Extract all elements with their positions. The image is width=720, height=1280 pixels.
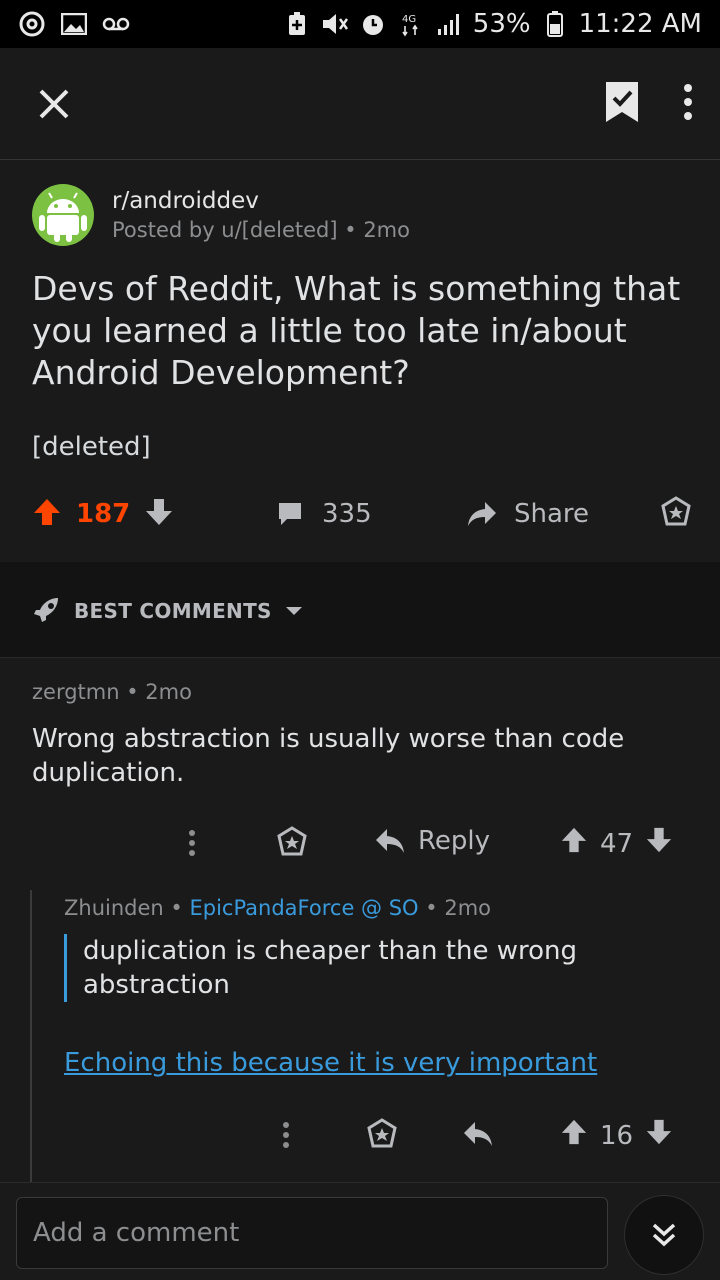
comment-score: 16 xyxy=(600,1120,634,1151)
comment-text: Wrong abstraction is usually worse than … xyxy=(32,724,625,788)
post-age: 2mo xyxy=(363,218,410,242)
meta-separator: • xyxy=(425,896,445,920)
at-sign-icon xyxy=(18,11,46,37)
downvote-arrow-icon xyxy=(646,1119,672,1145)
award-icon xyxy=(277,826,307,856)
subreddit-name[interactable]: r/androiddev xyxy=(112,188,410,214)
meta-separator: • xyxy=(170,896,190,920)
subreddit-avatar[interactable] xyxy=(32,184,94,246)
reply-arrow-icon xyxy=(376,829,404,853)
downvote-button[interactable] xyxy=(645,826,673,861)
caret-down-icon xyxy=(285,607,302,615)
mute-icon xyxy=(321,12,349,36)
post-toolbar xyxy=(0,48,720,160)
post-body: [deleted] xyxy=(32,432,151,462)
reply-button[interactable]: Reply xyxy=(374,826,490,856)
battery-percent: 53% xyxy=(472,9,531,39)
clock: 11:22 AM xyxy=(578,9,702,39)
award-icon xyxy=(367,1118,397,1148)
share-button[interactable]: Share xyxy=(466,499,589,529)
double-chevron-down-icon xyxy=(652,1223,676,1247)
voicemail-icon xyxy=(102,12,130,36)
battery-saver-icon xyxy=(283,12,311,36)
more-vertical-icon xyxy=(189,830,195,856)
post-vote: 187 xyxy=(32,497,174,531)
comment-sort-bar: BEST COMMENTS xyxy=(0,562,720,658)
share-arrow-icon xyxy=(468,502,496,526)
comment-vote: 47 xyxy=(560,826,673,861)
comment-vote: 16 xyxy=(560,1118,673,1153)
comments-button[interactable]: 335 xyxy=(276,499,372,529)
status-bar: 4G 53% 11:22 AM xyxy=(0,0,720,48)
upvote-button[interactable] xyxy=(560,1118,588,1153)
more-vertical-icon xyxy=(283,1122,289,1148)
add-comment-input[interactable]: Add a comment xyxy=(16,1197,608,1269)
post-actions: 187 335 Share xyxy=(32,492,692,536)
add-comment-placeholder: Add a comment xyxy=(33,1218,240,1248)
upvote-arrow-icon xyxy=(34,499,60,525)
svg-text:4G: 4G xyxy=(402,14,416,25)
post-author[interactable]: Posted by u/[deleted] xyxy=(112,218,338,242)
share-label: Share xyxy=(514,499,590,529)
comment-bubble-icon xyxy=(279,503,301,525)
downvote-button[interactable] xyxy=(144,497,174,531)
sort-button[interactable]: BEST COMMENTS xyxy=(32,596,304,626)
post: r/androiddev Posted by u/[deleted] • 2mo… xyxy=(0,160,720,562)
meta-separator: • xyxy=(126,680,146,704)
comment-meta: zergtmn • 2mo xyxy=(32,680,192,704)
comment-meta: Zhuinden • EpicPandaForce @ SO • 2mo xyxy=(64,896,491,920)
comment-score: 47 xyxy=(600,828,634,859)
comment-more-button[interactable] xyxy=(280,1120,292,1150)
post-score: 187 xyxy=(76,499,131,529)
comment-link[interactable]: Echoing this because it is very importan… xyxy=(64,1048,597,1078)
comment-award-button[interactable] xyxy=(366,1118,398,1150)
award-icon xyxy=(661,496,691,526)
rocket-icon xyxy=(34,598,58,622)
android-icon xyxy=(34,186,92,244)
comment-award-button[interactable] xyxy=(276,826,308,858)
comment-composer-bar: Add a comment xyxy=(0,1182,720,1280)
reply-label: Reply xyxy=(418,826,491,856)
post-meta: Posted by u/[deleted] • 2mo xyxy=(112,218,410,242)
comment-age: 2mo xyxy=(145,680,192,704)
comment-count: 335 xyxy=(322,499,372,529)
image-icon xyxy=(60,12,88,36)
upvote-arrow-icon xyxy=(561,1119,587,1145)
comment-author[interactable]: Zhuinden xyxy=(64,896,164,920)
downvote-button[interactable] xyxy=(645,1118,673,1153)
comment-age: 2mo xyxy=(444,896,491,920)
comment-more-button[interactable] xyxy=(186,828,198,858)
more-options-button[interactable] xyxy=(682,82,694,126)
bookmark-check-icon xyxy=(606,81,638,122)
upvote-button[interactable] xyxy=(560,826,588,861)
close-icon xyxy=(39,89,69,118)
upvote-button[interactable] xyxy=(32,497,62,531)
upvote-arrow-icon xyxy=(561,827,587,853)
battery-icon xyxy=(541,11,569,37)
blockquote: duplication is cheaper than the wrong ab… xyxy=(64,934,624,1002)
network-4g-icon: 4G xyxy=(397,12,425,37)
close-button[interactable] xyxy=(26,76,82,132)
signal-icon xyxy=(435,12,463,36)
sort-label: BEST COMMENTS xyxy=(74,599,272,623)
user-flair: EpicPandaForce @ SO xyxy=(189,896,419,920)
more-vertical-icon xyxy=(684,83,692,120)
comment-author[interactable]: zergtmn xyxy=(32,680,120,704)
next-comment-button[interactable] xyxy=(624,1195,704,1275)
downvote-arrow-icon xyxy=(146,499,173,525)
thread-line[interactable] xyxy=(30,890,32,1182)
award-button[interactable] xyxy=(660,496,692,532)
save-button[interactable] xyxy=(602,80,642,128)
reply-arrow-icon xyxy=(464,1122,492,1146)
meta-separator: • xyxy=(344,218,364,242)
alarm-icon xyxy=(359,12,387,36)
downvote-arrow-icon xyxy=(646,827,672,853)
post-title: Devs of Reddit, What is something that y… xyxy=(32,269,681,392)
reply-button[interactable] xyxy=(462,1120,494,1148)
